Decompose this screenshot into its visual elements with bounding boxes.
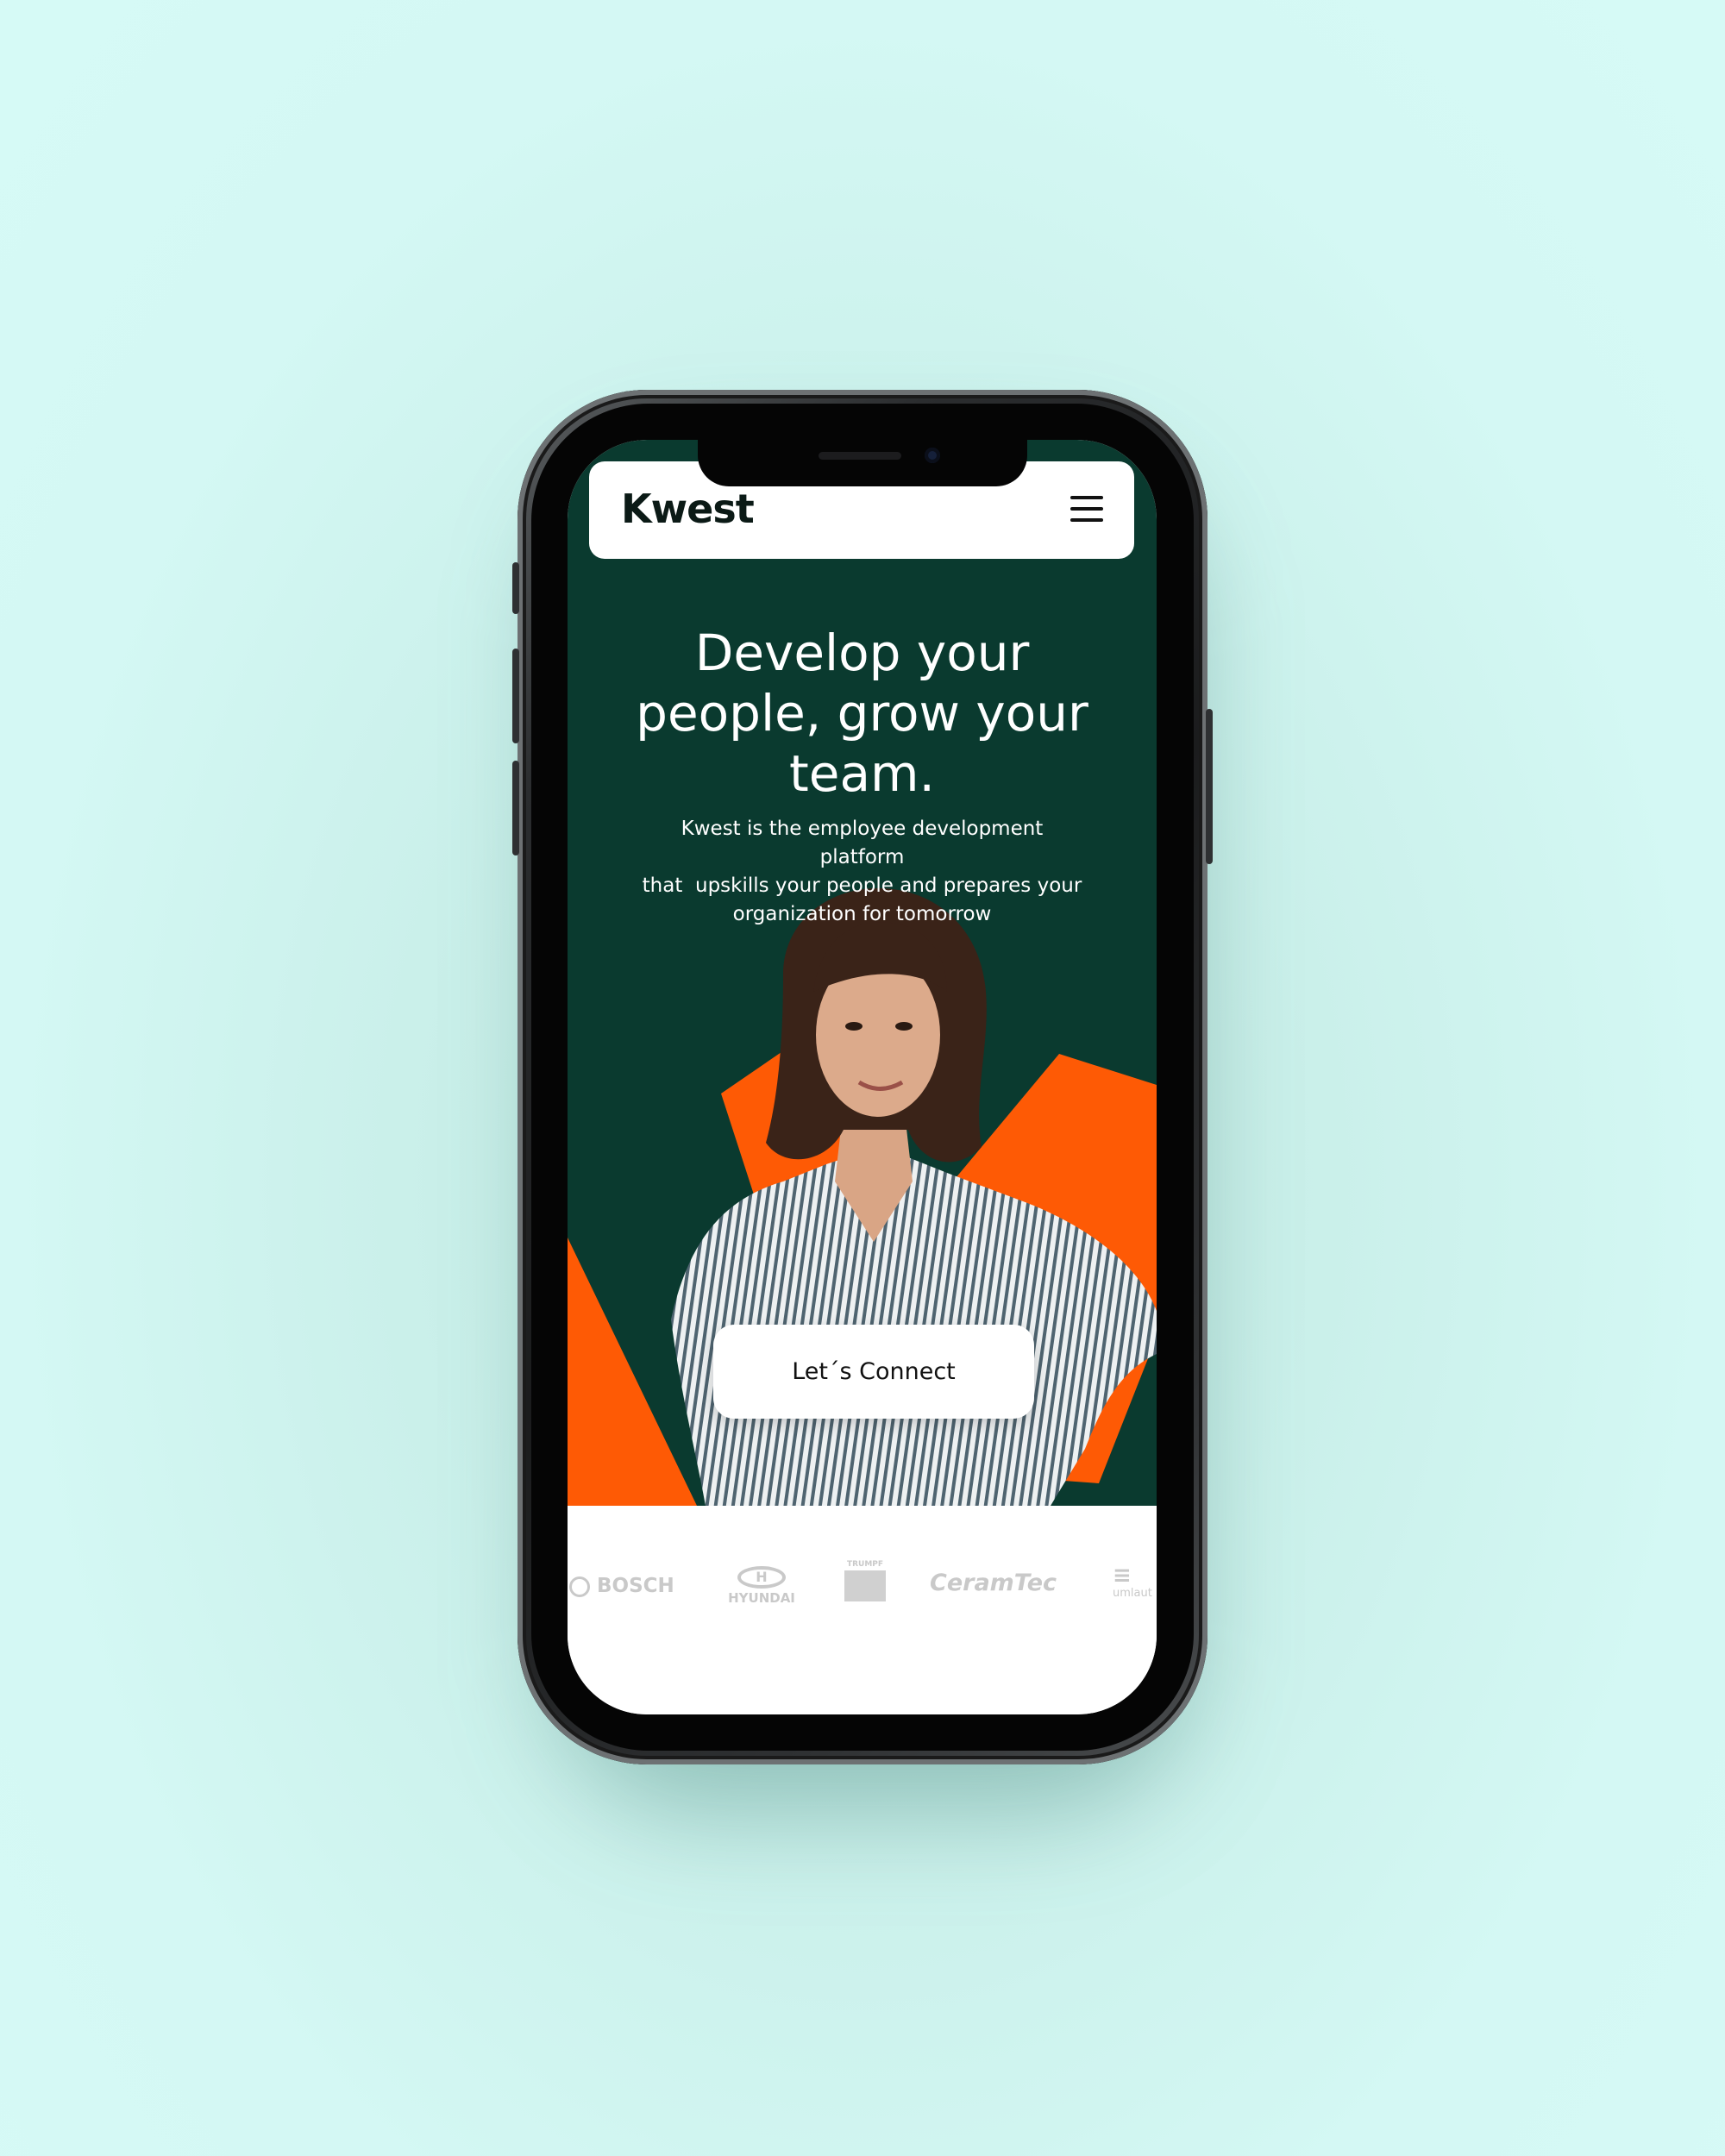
lets-connect-button[interactable]: Let´s Connect <box>713 1325 1034 1419</box>
logo-trumpf: TRUMPF <box>842 1560 888 1601</box>
bosch-emblem-icon <box>569 1576 590 1597</box>
right-eye <box>895 1022 913 1031</box>
speaker-grille <box>819 452 901 460</box>
client-logos-strip: BOSCH H HYUNDAI TRUMPF CeramTec ≡ umlaut <box>568 1506 1157 1714</box>
phone-notch <box>698 440 1027 486</box>
headline-line-2: people, grow your <box>636 684 1088 743</box>
subtext-line-3: organization for tomorrow <box>732 903 992 925</box>
logo-ceramtec-text: CeramTec <box>930 1570 1057 1596</box>
hero-headline: Develop your people, grow your team. <box>568 623 1157 804</box>
hamburger-menu-icon[interactable] <box>1070 496 1105 523</box>
subtext-line-1: Kwest is the employee development platfo… <box>681 818 1044 868</box>
hero-section: Kwest Develop your people, grow your tea… <box>568 440 1157 1506</box>
headline-line-1: Develop your <box>694 624 1030 682</box>
kwest-logo[interactable]: Kwest <box>621 486 755 532</box>
trumpf-block-icon <box>844 1570 886 1601</box>
phone-screen: Kwest Develop your people, grow your tea… <box>568 440 1157 1714</box>
subtext-line-2: that upskills your people and prepares y… <box>642 874 1082 897</box>
front-camera-icon <box>925 448 940 463</box>
hero-subtext: Kwest is the employee development platfo… <box>637 815 1088 929</box>
headline-line-3: team. <box>789 744 935 803</box>
logo-ceramtec: CeramTec <box>930 1570 1057 1596</box>
logo-bosch-text: BOSCH <box>597 1575 674 1597</box>
logo-hyundai-text: HYUNDAI <box>728 1590 795 1606</box>
logo-hyundai: H HYUNDAI <box>723 1566 800 1606</box>
volume-down-button <box>512 761 519 856</box>
logo-bosch: BOSCH <box>569 1575 674 1597</box>
logo-trumpf-text: TRUMPF <box>846 1560 884 1569</box>
logo-umlaut: ≡ umlaut <box>1113 1564 1157 1600</box>
power-button <box>1206 709 1213 864</box>
hyundai-emblem-icon: H <box>737 1566 786 1589</box>
silent-switch <box>512 562 519 614</box>
logo-umlaut-text: umlaut <box>1113 1587 1152 1600</box>
left-eye <box>845 1022 862 1031</box>
volume-up-button <box>512 649 519 743</box>
umlaut-emblem-icon: ≡ <box>1113 1563 1132 1589</box>
